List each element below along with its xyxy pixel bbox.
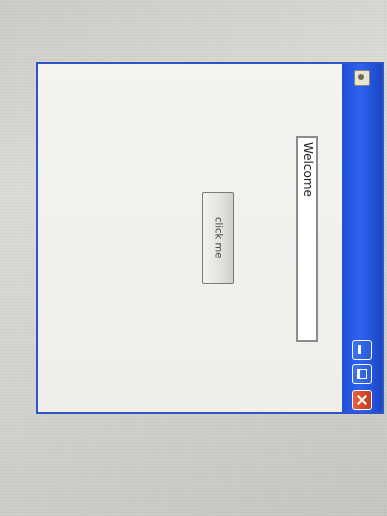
window-client-area: Welcome click me: [38, 64, 344, 412]
close-button[interactable]: [352, 390, 372, 410]
application-window: Welcome click me: [36, 62, 384, 414]
title-bar[interactable]: [342, 64, 382, 412]
welcome-text-value: Welcome: [301, 142, 315, 197]
welcome-text-field[interactable]: Welcome: [296, 136, 318, 342]
maximize-button[interactable]: [352, 364, 372, 384]
click-me-button[interactable]: click me: [202, 192, 234, 284]
app-icon[interactable]: [354, 70, 370, 86]
minimize-button[interactable]: [352, 340, 372, 360]
click-me-button-label: click me: [212, 217, 224, 259]
